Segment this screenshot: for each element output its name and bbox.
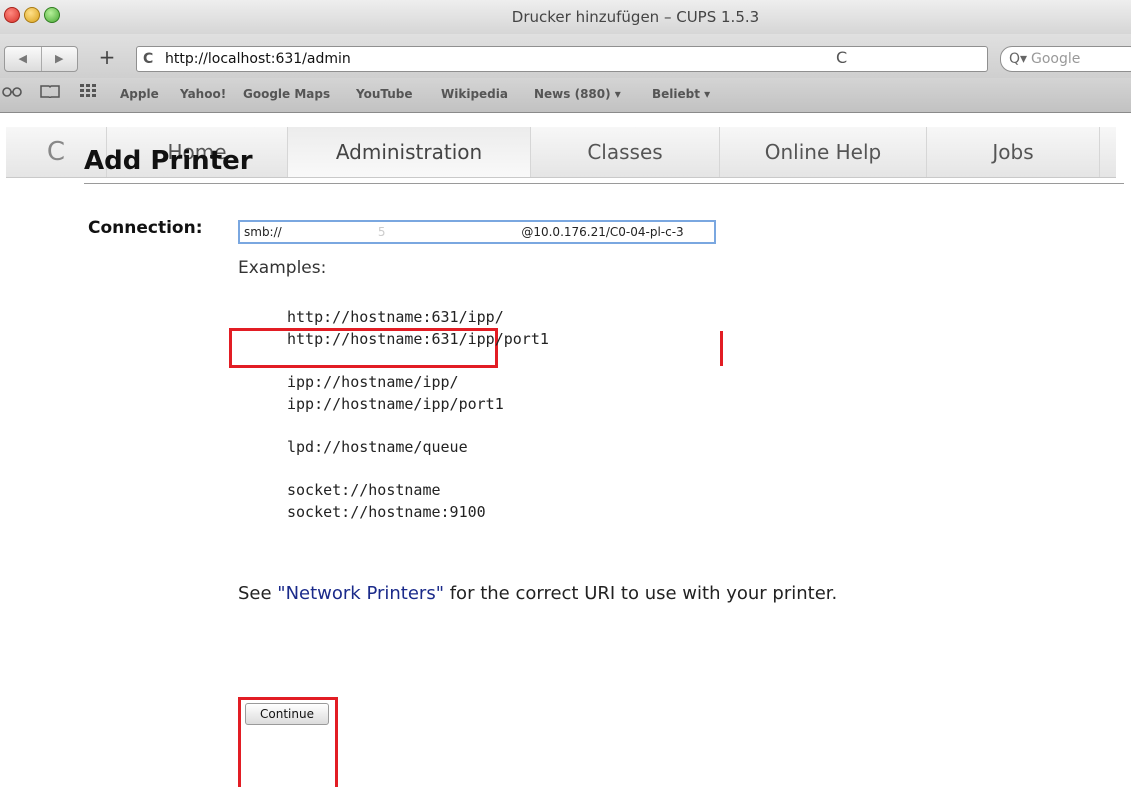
reload-icon[interactable]: C bbox=[836, 46, 847, 70]
reading-list-icon[interactable] bbox=[2, 84, 22, 102]
example-uri: http://hostname:631/ipp/port1 bbox=[287, 330, 549, 348]
cups-page: C Home Administration Classes Online Hel… bbox=[0, 113, 1131, 789]
search-placeholder: Google bbox=[1031, 51, 1081, 67]
highlight-box-right bbox=[718, 331, 723, 366]
connection-uri-input[interactable]: smb:// 5 @10.0.176.21/C0-04-pl-c-3 bbox=[238, 220, 716, 244]
example-uri: socket://hostname:9100 bbox=[287, 503, 486, 521]
url-text[interactable]: http://localhost:631/admin bbox=[165, 47, 351, 71]
help-note-suffix: for the correct URI to use with your pri… bbox=[444, 583, 838, 604]
tab-classes[interactable]: Classes bbox=[531, 127, 720, 177]
bookmark-youtube[interactable]: YouTube bbox=[356, 87, 413, 101]
bookmark-wikipedia[interactable]: Wikipedia bbox=[441, 87, 508, 101]
window-titlebar: Drucker hinzufügen – CUPS 1.5.3 bbox=[0, 0, 1131, 34]
search-icon: Q▾ bbox=[1009, 51, 1028, 67]
bookmark-news-folder[interactable]: News (880) ▾ bbox=[534, 87, 621, 101]
connection-uri-prefix: smb:// bbox=[244, 225, 282, 239]
help-note-prefix: See bbox=[238, 583, 278, 604]
example-uri: ipp://hostname/ipp/port1 bbox=[287, 395, 504, 413]
heading-divider bbox=[84, 183, 1124, 184]
page-title: Add Printer bbox=[84, 146, 253, 176]
tab-administration[interactable]: Administration bbox=[288, 127, 531, 177]
connection-label: Connection: bbox=[88, 218, 203, 238]
examples-list: http://hostname:631/ipp/ http://hostname… bbox=[287, 306, 549, 523]
bookmark-yahoo[interactable]: Yahoo! bbox=[180, 87, 226, 101]
tab-jobs[interactable]: Jobs bbox=[927, 127, 1100, 177]
site-favicon-icon: C bbox=[143, 51, 154, 67]
network-printers-link[interactable]: "Network Printers" bbox=[277, 583, 444, 604]
bookmark-google-maps[interactable]: Google Maps bbox=[243, 87, 330, 101]
new-tab-button[interactable]: + bbox=[92, 46, 122, 70]
bookmarks-book-icon[interactable] bbox=[40, 84, 60, 102]
window-title: Drucker hinzufügen – CUPS 1.5.3 bbox=[511, 8, 760, 26]
top-sites-grid-icon[interactable] bbox=[80, 84, 98, 102]
connection-uri-suffix: @10.0.176.21/C0-04-pl-c-3 bbox=[521, 225, 684, 239]
example-uri: http://hostname:631/ipp/ bbox=[287, 308, 504, 326]
address-bar[interactable]: C http://localhost:631/admin bbox=[136, 46, 988, 72]
help-note: See "Network Printers" for the correct U… bbox=[238, 583, 837, 604]
examples-label: Examples: bbox=[238, 258, 327, 278]
bookmarks-bar: Apple Yahoo! Google Maps YouTube Wikiped… bbox=[0, 78, 1131, 113]
forward-button[interactable]: ▶ bbox=[40, 47, 78, 71]
bookmark-apple[interactable]: Apple bbox=[120, 87, 159, 101]
connection-uri-redacted: 5 bbox=[377, 225, 386, 239]
browser-toolbar: ◀ ▶ + C http://localhost:631/admin C Q▾ … bbox=[0, 34, 1131, 78]
back-forward-group: ◀ ▶ bbox=[4, 46, 78, 72]
example-uri: lpd://hostname/queue bbox=[287, 438, 468, 456]
back-button[interactable]: ◀ bbox=[5, 47, 41, 71]
search-field[interactable]: Q▾ Google bbox=[1000, 46, 1131, 72]
tab-online-help[interactable]: Online Help bbox=[720, 127, 927, 177]
example-uri: socket://hostname bbox=[287, 481, 441, 499]
example-uri: ipp://hostname/ipp/ bbox=[287, 373, 459, 391]
continue-button[interactable]: Continue bbox=[245, 703, 329, 725]
bookmark-beliebt-folder[interactable]: Beliebt ▾ bbox=[652, 87, 710, 101]
